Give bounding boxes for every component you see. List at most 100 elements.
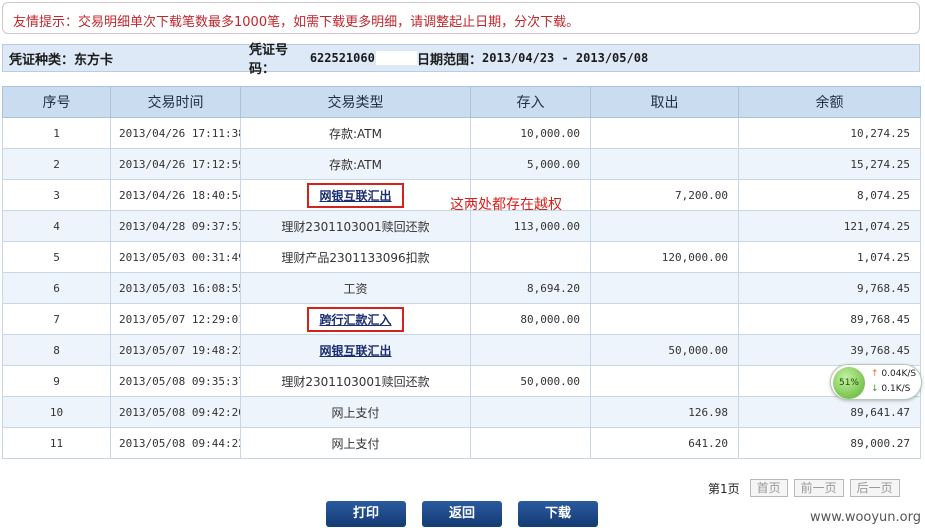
col-header-no: 序号 [2, 86, 111, 118]
cell-time: 2013/05/07 19:48:22 [110, 334, 241, 366]
cell-balance: 39,768.45 [738, 334, 921, 366]
network-speed-widget[interactable]: 51% ↑ 0.04K/S ↓ 0.1K/S [830, 364, 922, 400]
cell-type: 网上支付 [240, 396, 471, 428]
cell-type: 网银互联汇出 [240, 334, 471, 366]
cell-type: 理财2301103001赎回还款 [240, 210, 471, 242]
transaction-table: 序号 交易时间 交易类型 存入 取出 余额 1 2013/04/26 17:11… [2, 86, 921, 459]
cell-time: 2013/05/07 12:29:01 [110, 303, 241, 335]
prev-page-button[interactable]: 前一页 [793, 479, 844, 497]
cell-type: 网银互联汇出 [240, 179, 471, 211]
table-row: 11 2013/05/08 09:44:22 网上支付 641.20 89,00… [2, 427, 921, 459]
table-row: 8 2013/05/07 19:48:22 网银互联汇出 50,000.00 3… [2, 334, 921, 366]
cell-no: 2 [2, 148, 111, 180]
upload-speed: ↑ 0.04K/S [871, 369, 916, 379]
col-header-balance: 余额 [738, 86, 921, 118]
cell-withdraw: 120,000.00 [590, 241, 739, 273]
upload-speed-value: 0.04K/S [881, 369, 917, 379]
cell-withdraw [590, 272, 739, 304]
transaction-type-link[interactable]: 跨行汇款汇入 [319, 313, 391, 327]
cell-type: 存款:ATM [240, 148, 471, 180]
cell-withdraw [590, 117, 739, 149]
table-row: 9 2013/05/08 09:35:37 理财2301103001赎回还款 5… [2, 365, 921, 397]
voucher-type-label: 凭证种类： [9, 52, 75, 68]
cell-type: 网上支付 [240, 427, 471, 459]
cell-deposit [470, 427, 591, 459]
cell-no: 3 [2, 179, 111, 211]
annotation-note: 这两处都存在越权 [450, 197, 562, 213]
cell-deposit [470, 241, 591, 273]
download-button[interactable]: 下载 [518, 501, 598, 527]
cell-deposit: 5,000.00 [470, 148, 591, 180]
cell-withdraw [590, 148, 739, 180]
cell-no: 10 [2, 396, 111, 428]
cell-balance: 15,274.25 [738, 148, 921, 180]
cell-type: 跨行汇款汇入 [240, 303, 471, 335]
cell-time: 2013/05/08 09:42:20 [110, 396, 241, 428]
table-row: 2 2013/04/26 17:12:59 存款:ATM 5,000.00 15… [2, 148, 921, 180]
speed-percent: 51% [833, 367, 865, 399]
cell-withdraw: 7,200.00 [590, 179, 739, 211]
table-row: 10 2013/05/08 09:42:20 网上支付 126.98 89,64… [2, 396, 921, 428]
cell-deposit: 80,000.00 [470, 303, 591, 335]
cell-deposit [470, 334, 591, 366]
table-header-row: 序号 交易时间 交易类型 存入 取出 余额 [2, 86, 921, 118]
redaction-mask [375, 51, 417, 65]
voucher-no-label: 凭证号码： [249, 43, 289, 77]
current-page: 第1页 [708, 481, 740, 496]
table-row: 6 2013/05/03 16:08:55 工资 8,694.20 9,768.… [2, 272, 921, 304]
cell-type: 理财2301103001赎回还款 [240, 365, 471, 397]
transaction-type-link[interactable]: 网银互联汇出 [319, 344, 391, 358]
arrow-down-icon: ↓ [871, 384, 879, 394]
cell-no: 6 [2, 272, 111, 304]
cell-deposit: 10,000.00 [470, 117, 591, 149]
cell-no: 9 [2, 365, 111, 397]
table-row: 7 2013/05/07 12:29:01 跨行汇款汇入 80,000.00 8… [2, 303, 921, 335]
cell-time: 2013/04/26 17:12:59 [110, 148, 241, 180]
cell-balance: 10,274.25 [738, 117, 921, 149]
cell-time: 2013/05/08 09:35:37 [110, 365, 241, 397]
cell-deposit: 50,000.00 [470, 365, 591, 397]
voucher-type-value: 东方卡 [74, 52, 114, 68]
cell-balance: 8,074.25 [738, 179, 921, 211]
cell-balance: 9,768.45 [738, 272, 921, 304]
cell-balance: 121,074.25 [738, 210, 921, 242]
cell-no: 11 [2, 427, 111, 459]
cell-type: 存款:ATM [240, 117, 471, 149]
col-header-withdraw: 取出 [590, 86, 739, 118]
download-speed-value: 0.1K/S [881, 384, 911, 394]
cell-time: 2013/05/03 16:08:55 [110, 272, 241, 304]
tip-box: 友情提示：交易明细单次下载笔数最多1000笔，如需下载更多明细，请调整起止日期，… [2, 2, 920, 34]
cell-withdraw [590, 365, 739, 397]
cell-withdraw [590, 210, 739, 242]
print-button[interactable]: 打印 [326, 501, 406, 527]
highlight-box: 网银互联汇出 [307, 182, 404, 208]
cell-balance: 89,641.47 [738, 396, 921, 428]
back-button[interactable]: 返回 [422, 501, 502, 527]
table-row: 4 2013/04/28 09:37:52 理财2301103001赎回还款 1… [2, 210, 921, 242]
date-range-value: 2013/04/23 - 2013/05/08 [482, 51, 649, 65]
col-header-deposit: 存入 [470, 86, 591, 118]
first-page-button[interactable]: 首页 [749, 479, 788, 497]
cell-deposit: 113,000.00 [470, 210, 591, 242]
cell-no: 8 [2, 334, 111, 366]
voucher-info-bar: 凭证种类： 东方卡 凭证号码： 622521060 日期范围： 2013/04/… [2, 43, 920, 77]
cell-balance: 89,000.27 [738, 427, 921, 459]
action-buttons: 打印 返回 下载 [326, 501, 614, 527]
watermark: www.wooyun.org [809, 510, 921, 525]
cell-withdraw: 641.20 [590, 427, 739, 459]
cell-type: 工资 [240, 272, 471, 304]
highlight-box: 跨行汇款汇入 [307, 306, 404, 332]
cell-type: 理财产品2301133096扣款 [240, 241, 471, 273]
col-header-type: 交易类型 [240, 86, 471, 118]
next-page-button[interactable]: 后一页 [849, 479, 900, 497]
table-row: 5 2013/05/03 00:31:49 理财产品2301133096扣款 1… [2, 241, 921, 273]
cell-time: 2013/05/03 00:31:49 [110, 241, 241, 273]
download-speed: ↓ 0.1K/S [871, 384, 910, 394]
cell-time: 2013/04/26 17:11:38 [110, 117, 241, 149]
tip-text: 友情提示：交易明细单次下载笔数最多1000笔，如需下载更多明细，请调整起止日期，… [13, 15, 580, 30]
cell-no: 4 [2, 210, 111, 242]
cell-deposit [470, 396, 591, 428]
arrow-up-icon: ↑ [871, 369, 879, 379]
transaction-type-link[interactable]: 网银互联汇出 [319, 189, 391, 203]
col-header-time: 交易时间 [110, 86, 241, 118]
